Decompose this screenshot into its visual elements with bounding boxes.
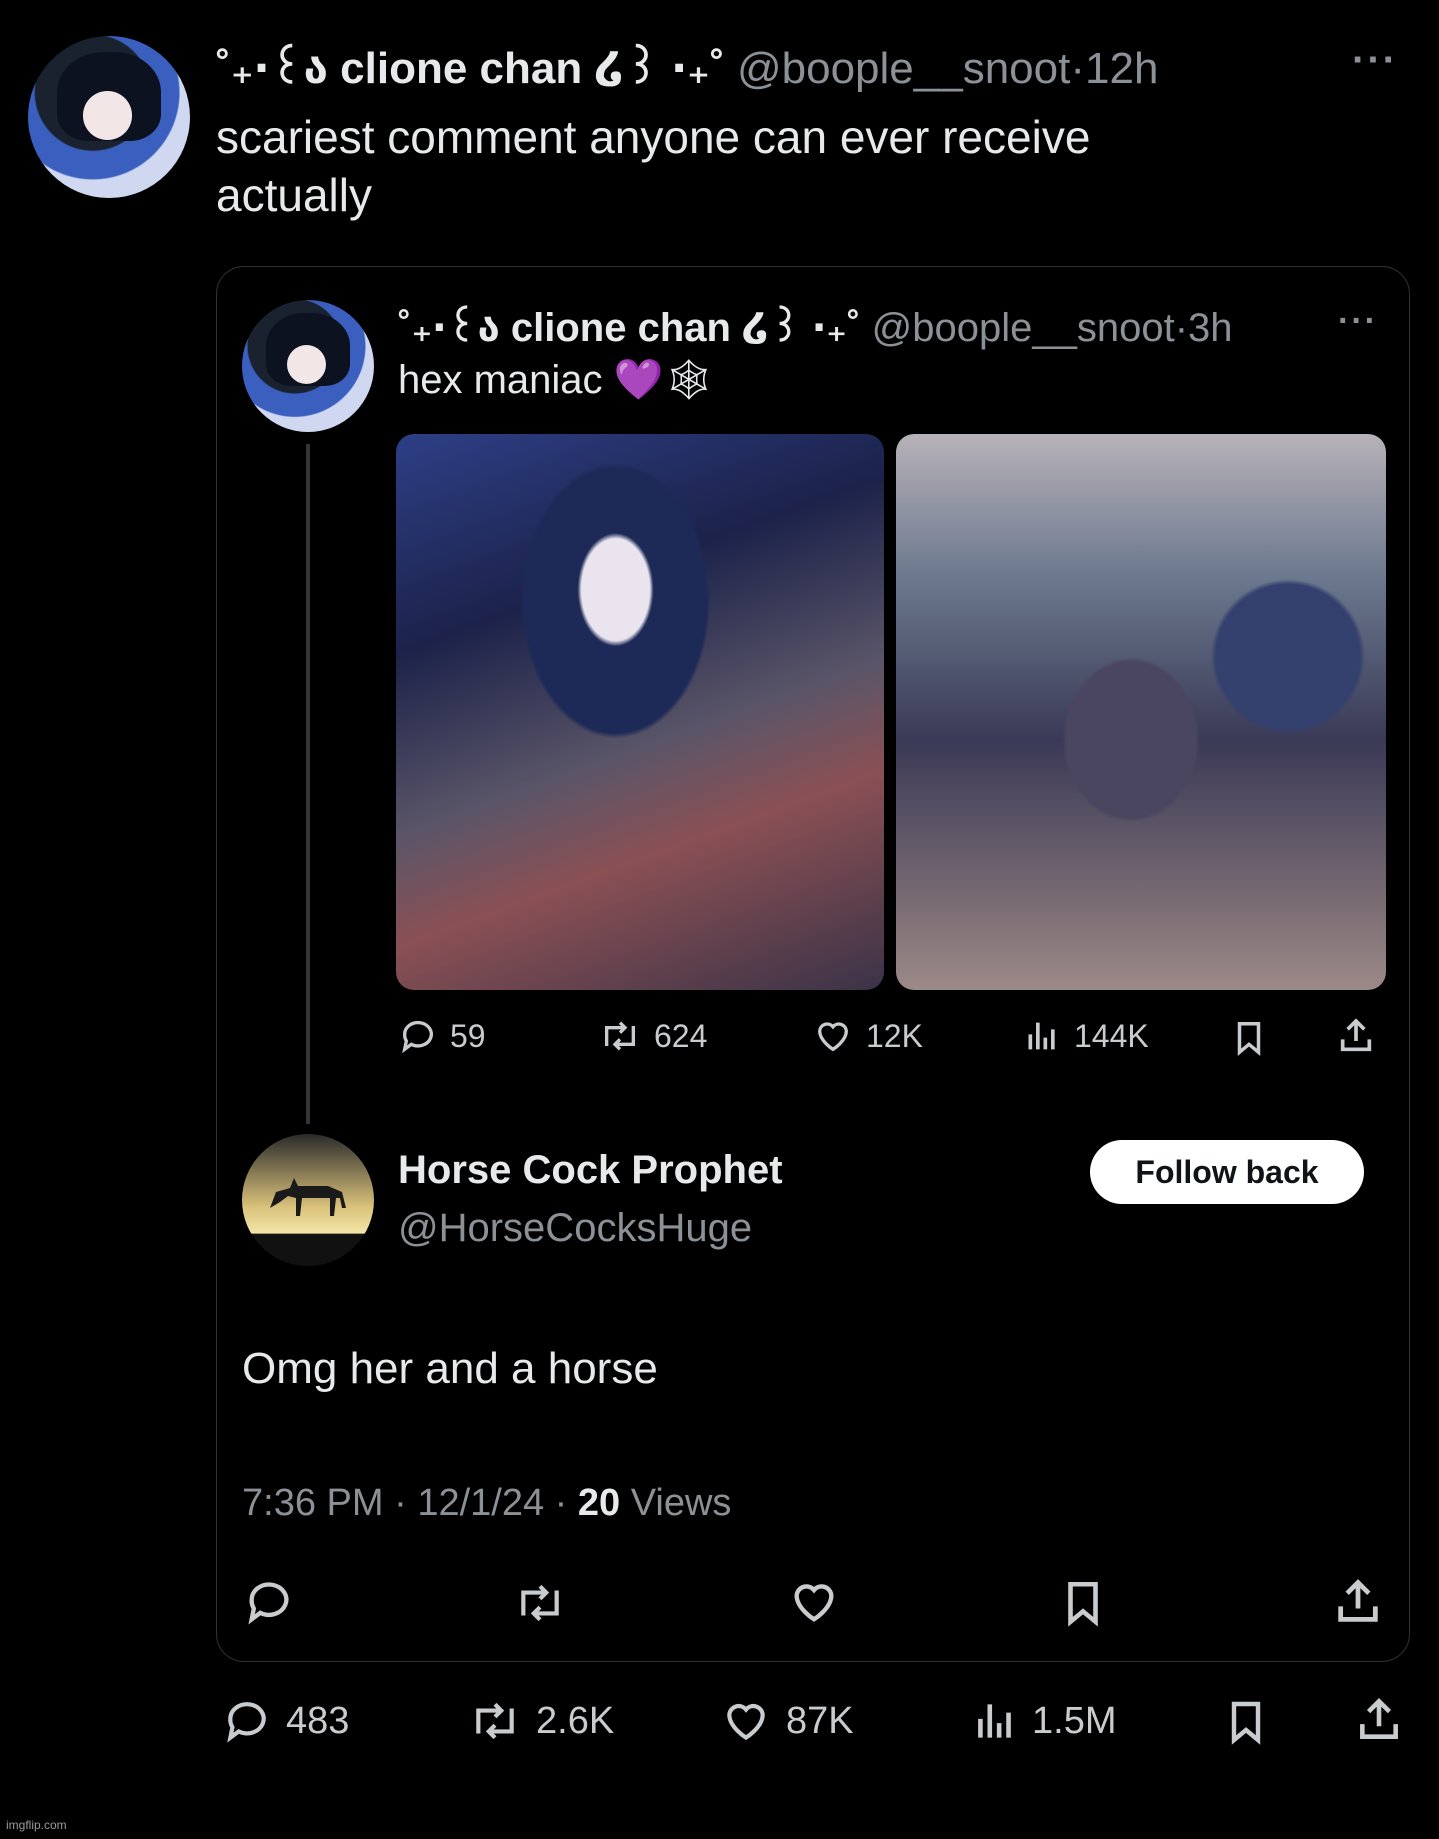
quoted-reply-action[interactable]: 59 (398, 1016, 486, 1056)
outer-like-action[interactable]: 87K (718, 1696, 854, 1746)
outer-repost-action[interactable]: 2.6K (466, 1696, 614, 1746)
imgflip-watermark: imgflip.com (6, 1818, 67, 1832)
reply-bookmark-icon[interactable] (1058, 1576, 1108, 1630)
quoted-bookmark-icon[interactable] (1230, 1018, 1268, 1058)
quoted-photo-1[interactable] (396, 434, 884, 990)
quoted-header: ˚₊‧꒰ა clione chan ໒꒱ ‧₊˚ @boople__snoot·… (398, 298, 1233, 351)
quoted-share-icon[interactable] (1336, 1016, 1376, 1056)
reply-meta: 7:36 PM · 12/1/24 · 20 Views (242, 1482, 731, 1525)
reply-meta-sep1: · (394, 1482, 407, 1524)
outer-repost-count: 2.6K (536, 1699, 615, 1742)
quoted-avatar[interactable] (242, 300, 374, 432)
quoted-repost-count: 624 (654, 1017, 708, 1054)
outer-reply-count: 483 (286, 1699, 350, 1742)
reply-heart-icon[interactable] (786, 1576, 842, 1628)
quoted-display-name[interactable]: ˚₊‧꒰ა clione chan ໒꒱ ‧₊˚ (398, 306, 860, 350)
reply-reply-icon[interactable] (242, 1576, 296, 1628)
quoted-like-count: 12K (866, 1017, 923, 1054)
outer-reply-action[interactable]: 483 (220, 1696, 349, 1746)
reply-handle[interactable]: @HorseCocksHuge (398, 1206, 752, 1251)
quoted-views-count: 144K (1074, 1017, 1149, 1054)
quoted-text: hex maniac 💜🕸 (398, 358, 715, 402)
repost-icon (476, 1702, 514, 1740)
outer-share-icon[interactable] (1354, 1694, 1404, 1746)
outer-handle[interactable]: @boople__snoot (737, 44, 1070, 93)
heart-icon (817, 1022, 849, 1052)
outer-like-count: 87K (786, 1699, 854, 1742)
quoted-more-icon[interactable]: ··· (1338, 302, 1378, 341)
quoted-reply-count: 59 (450, 1017, 486, 1054)
reply-views-count: 20 (577, 1482, 621, 1524)
outer-avatar[interactable] (28, 36, 190, 198)
quoted-photo-2[interactable] (896, 434, 1386, 990)
thread-line (306, 444, 310, 1124)
quoted-handle[interactable]: @boople__snoot (872, 306, 1175, 350)
quoted-separator: · (1174, 306, 1189, 350)
reply-text: Omg her and a horse (242, 1344, 658, 1393)
outer-separator: · (1070, 44, 1085, 93)
outer-bookmark-icon[interactable] (1222, 1696, 1270, 1748)
horse-silhouette-icon (270, 1178, 346, 1216)
reply-repost-icon[interactable] (512, 1578, 568, 1628)
outer-display-name[interactable]: ˚₊‧꒰ა clione chan ໒꒱ ‧₊˚ (216, 44, 725, 93)
reply-views-label: Views (630, 1482, 732, 1524)
quoted-time[interactable]: 3h (1188, 306, 1233, 350)
outer-text-line2: actually (216, 169, 372, 221)
reply-icon (227, 1702, 266, 1743)
views-icon (1028, 1022, 1055, 1050)
quoted-views-action[interactable]: 144K (1022, 1016, 1149, 1056)
reply-display-name[interactable]: Horse Cock Prophet (398, 1148, 783, 1193)
outer-more-icon[interactable]: ··· (1352, 38, 1398, 83)
views-icon (978, 1704, 1011, 1738)
reply-date[interactable]: 12/1/24 (417, 1482, 544, 1524)
reply-share-icon[interactable] (1332, 1576, 1384, 1628)
repost-icon (605, 1021, 635, 1051)
outer-views-count: 1.5M (1032, 1699, 1117, 1742)
reply-avatar[interactable] (242, 1134, 374, 1266)
reply-meta-sep2: · (554, 1482, 568, 1524)
outer-text: scariest comment anyone can ever receive… (216, 108, 1090, 224)
outer-text-line1: scariest comment anyone can ever receive (216, 111, 1091, 163)
outer-time[interactable]: 12h (1085, 44, 1158, 93)
quoted-repost-action[interactable]: 624 (598, 1016, 707, 1056)
follow-back-button[interactable]: Follow back (1090, 1140, 1364, 1204)
reply-time[interactable]: 7:36 PM (242, 1482, 384, 1524)
outer-views-action[interactable]: 1.5M (970, 1696, 1116, 1746)
outer-header: ˚₊‧꒰ა clione chan ໒꒱ ‧₊˚ @boople__snoot·… (216, 36, 1158, 94)
reply-icon (402, 1020, 433, 1054)
heart-icon (727, 1703, 765, 1741)
quoted-like-action[interactable]: 12K (812, 1016, 923, 1056)
